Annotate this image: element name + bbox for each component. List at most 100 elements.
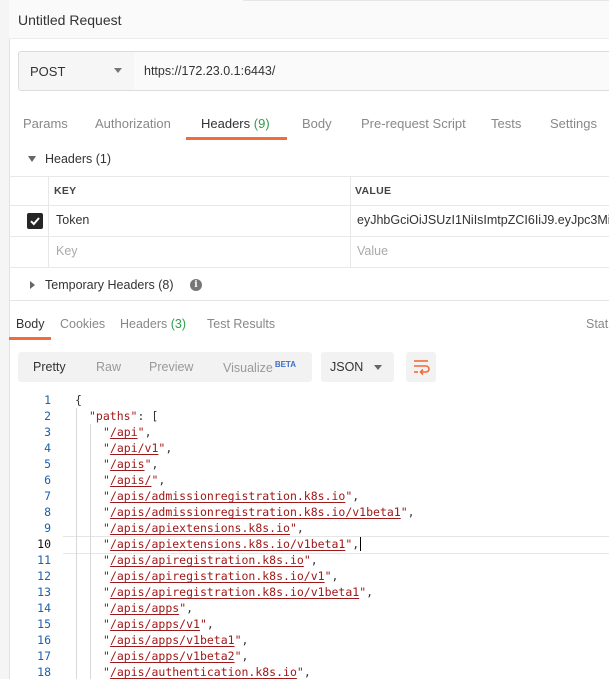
code-line: 2 "paths": [ [9, 408, 609, 424]
code-text: "/apis/apps", [103, 601, 194, 615]
language-select[interactable]: JSON [321, 352, 394, 382]
line-number: 17 [37, 649, 51, 663]
url-input[interactable]: https://172.23.0.1:6443/ [134, 51, 609, 91]
url-bar: POST https://172.23.0.1:6443/ [18, 51, 609, 91]
table-row-new [9, 237, 609, 268]
expand-temporary-headers-icon[interactable] [30, 281, 35, 289]
format-preview[interactable]: Preview [149, 360, 193, 374]
column-divider [48, 176, 49, 268]
code-text: "/apis/apiextensions.k8s.io", [103, 521, 304, 535]
chevron-down-icon [114, 68, 122, 73]
code-line: 13 "/apis/apiregistration.k8s.io/v1beta1"… [9, 584, 609, 600]
line-number: 3 [44, 425, 51, 439]
collapse-headers-icon[interactable] [28, 156, 36, 162]
code-text: "/apis/", [103, 473, 166, 487]
line-number: 6 [44, 473, 51, 487]
format-visualize[interactable]: Visualize BETA [223, 360, 296, 375]
active-tab-indicator [186, 137, 287, 140]
request-title-bar: Untitled Request [9, 0, 609, 39]
temporary-headers-toggle[interactable]: Temporary Headers (8) [45, 278, 174, 292]
new-value-input[interactable]: Value [357, 244, 388, 258]
code-text: "/apis/apps/v1", [103, 617, 214, 631]
code-line: 15 "/apis/apps/v1", [9, 616, 609, 632]
tab-tests[interactable]: Tests [491, 116, 521, 131]
line-number: 2 [44, 409, 51, 423]
code-text: "paths": [ [89, 409, 159, 423]
line-number: 9 [44, 521, 51, 535]
tab-authorization[interactable]: Authorization [95, 116, 171, 131]
code-line: 1{ [9, 392, 609, 408]
line-number: 12 [37, 569, 51, 583]
request-tabs: Params Authorization Headers (9) Body Pr… [9, 104, 609, 140]
code-text: { [75, 393, 82, 407]
line-number: 7 [44, 489, 51, 503]
code-text: "/apis/apiregistration.k8s.io/v1beta1", [103, 585, 374, 599]
active-response-tab-indicator [9, 337, 51, 340]
method-select[interactable]: POST [18, 51, 135, 91]
tab-params[interactable]: Params [23, 116, 68, 131]
chevron-down-icon [374, 365, 382, 370]
line-number: 4 [44, 441, 51, 455]
code-line: 9 "/apis/apiextensions.k8s.io", [9, 520, 609, 536]
code-line: 14 "/apis/apps", [9, 600, 609, 616]
code-text: "/apis", [103, 457, 159, 471]
value-column-header: VALUE [355, 185, 392, 197]
info-icon[interactable]: i [190, 279, 202, 291]
code-line: 17 "/apis/apps/v1beta2", [9, 648, 609, 664]
beta-badge: BETA [274, 360, 296, 369]
line-number: 15 [37, 617, 51, 631]
tab-body[interactable]: Body [302, 116, 332, 131]
language-label: JSON [330, 360, 364, 374]
tab-headers-label: Headers [201, 116, 251, 131]
wrap-lines-icon [414, 360, 430, 376]
headers-section-title[interactable]: Headers (1) [45, 152, 111, 166]
response-tab-body[interactable]: Body [16, 317, 45, 331]
code-line: 8 "/apis/admissionregistration.k8s.io/v1b… [9, 504, 609, 520]
format-raw[interactable]: Raw [96, 360, 121, 374]
code-text: "/apis/admissionregistration.k8s.io/v1be… [103, 505, 415, 519]
code-line: 18 "/apis/authentication.k8s.io", [9, 664, 609, 680]
response-tab-cookies[interactable]: Cookies [60, 317, 105, 331]
line-number: 18 [37, 665, 51, 679]
code-line: 6 "/apis/", [9, 472, 609, 488]
tab-headers-count: (9) [253, 116, 270, 131]
line-number: 16 [37, 633, 51, 647]
header-value-cell[interactable]: eyJhbGciOiJSUzI1NiIsImtpZCI6IiJ9.eyJpc3M… [357, 213, 609, 227]
response-status-label: Status [586, 317, 609, 331]
tab-settings[interactable]: Settings [550, 116, 597, 131]
code-line: 5 "/apis", [9, 456, 609, 472]
response-tab-headers-label: Headers [120, 317, 168, 331]
format-pretty[interactable]: Pretty [33, 360, 66, 374]
response-tab-headers-count: (3) [170, 317, 187, 331]
code-line: 4 "/api/v1", [9, 440, 609, 456]
section-divider [9, 300, 609, 301]
tab-strip-line [243, 0, 609, 1]
response-tab-test-results[interactable]: Test Results [207, 317, 275, 331]
table-header-row [9, 176, 609, 206]
code-line: 16 "/apis/apps/v1beta1", [9, 632, 609, 648]
line-number: 11 [37, 553, 51, 567]
column-divider [350, 176, 351, 268]
tab-headers[interactable]: Headers (9) [201, 116, 270, 131]
line-number: 8 [44, 505, 51, 519]
code-text: "/apis/authentication.k8s.io", [103, 665, 311, 679]
request-title[interactable]: Untitled Request [18, 12, 122, 28]
response-tab-headers[interactable]: Headers (3) [120, 317, 186, 331]
code-text: "/apis/apps/v1beta2", [103, 649, 249, 663]
checkmark-icon [30, 217, 40, 226]
code-line: 7 "/apis/admissionregistration.k8s.io", [9, 488, 609, 504]
code-text: "/api/v1", [103, 441, 173, 455]
code-text: "/apis/apiregistration.k8s.io", [103, 553, 318, 567]
url-text: https://172.23.0.1:6443/ [144, 64, 276, 78]
header-enabled-checkbox[interactable] [27, 213, 43, 229]
new-key-input[interactable]: Key [56, 244, 78, 258]
header-key-cell[interactable]: Token [56, 213, 89, 227]
tab-pre-request-script[interactable]: Pre-request Script [361, 116, 466, 131]
response-body-editor[interactable]: 1{2 "paths": [3 "/api", 4 "/api/v1", 5 "/apis"… [9, 392, 609, 679]
wrap-lines-button[interactable] [406, 352, 436, 382]
format-selector: Pretty Raw Preview Visualize BETA [18, 352, 312, 382]
line-number: 5 [44, 457, 51, 471]
format-visualize-label: Visualize [223, 361, 273, 376]
line-number: 1 [44, 393, 51, 407]
code-text: "/apis/admissionregistration.k8s.io", [103, 489, 360, 503]
